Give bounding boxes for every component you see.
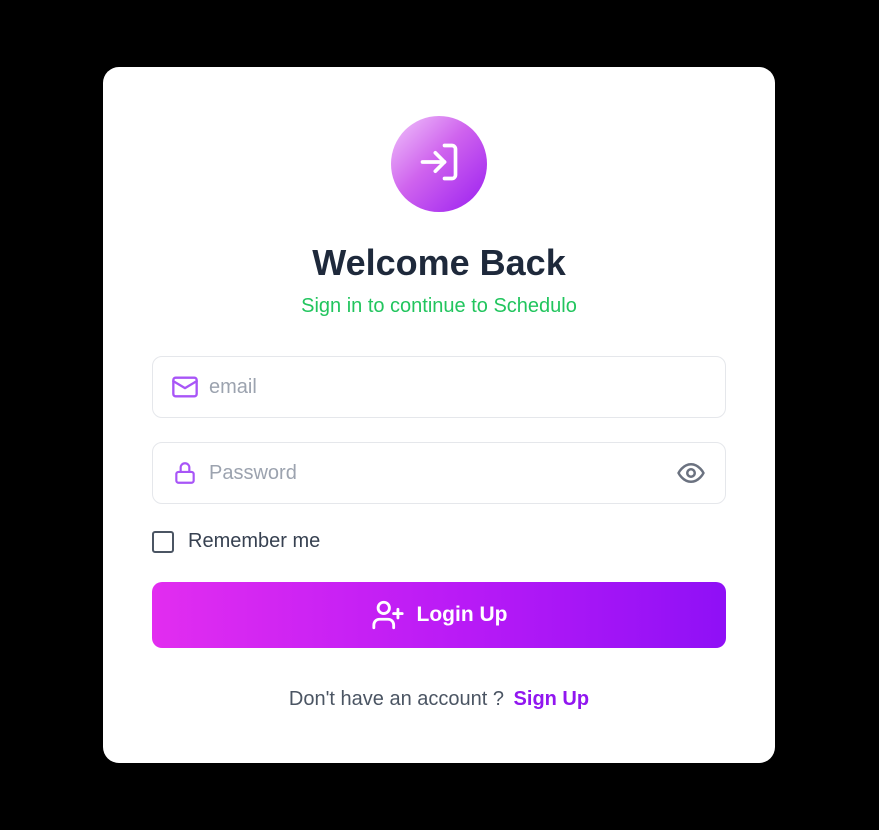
email-input[interactable] xyxy=(209,375,725,399)
eye-icon[interactable] xyxy=(675,457,707,489)
remember-label: Remember me xyxy=(188,530,321,552)
login-card: Welcome Back Sign in to continue to Sche… xyxy=(103,67,775,763)
lock-icon xyxy=(171,459,199,487)
remember-me: Remember me xyxy=(152,530,320,553)
mail-icon xyxy=(171,373,199,401)
password-field[interactable] xyxy=(152,442,726,504)
login-button[interactable]: Login Up xyxy=(152,582,726,648)
page-subtitle: Sign in to continue to Schedulo xyxy=(301,295,577,317)
email-field[interactable] xyxy=(152,356,726,418)
remember-checkbox[interactable] xyxy=(152,530,174,553)
password-input[interactable] xyxy=(209,461,675,485)
logo-badge xyxy=(391,116,487,212)
signup-link[interactable]: Sign Up xyxy=(514,688,590,710)
signup-prompt: Don't have an account ? Sign Up xyxy=(103,688,775,711)
user-plus-icon xyxy=(371,598,405,632)
login-arrow-icon xyxy=(417,140,461,189)
login-button-label: Login Up xyxy=(416,603,508,626)
signup-prompt-text: Don't have an account ? xyxy=(288,688,504,710)
page-title: Welcome Back xyxy=(312,242,566,283)
